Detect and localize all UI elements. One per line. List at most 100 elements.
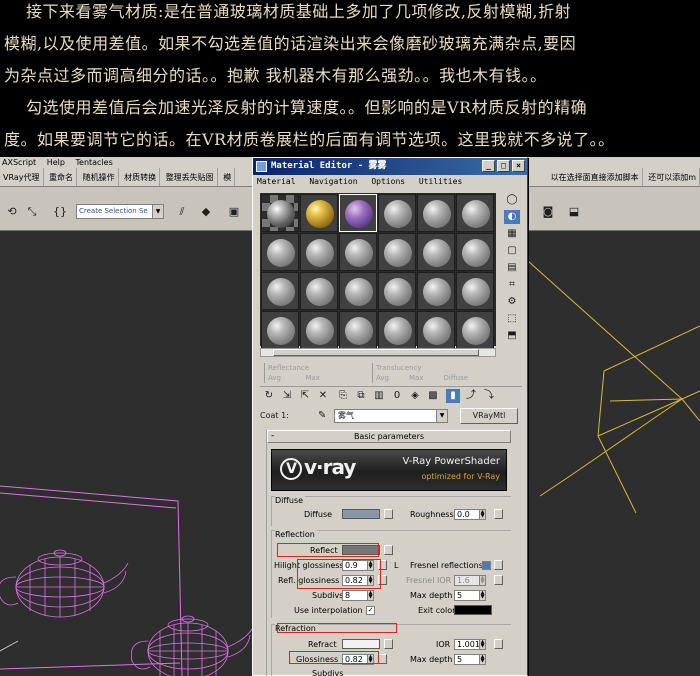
sample-slot[interactable] (261, 233, 299, 271)
spinner-arrows-icon[interactable]: ▲ ▼ (479, 575, 486, 586)
sample-type-icon[interactable]: ◯ (504, 193, 520, 207)
fresnel-reflections-checkbox[interactable] (482, 561, 491, 570)
exit-color-swatch[interactable] (454, 605, 492, 615)
diffuse-map-button[interactable] (384, 509, 393, 519)
sample-slot[interactable] (300, 272, 338, 310)
make-preview-icon[interactable]: ⌗ (504, 278, 520, 292)
sample-slot[interactable] (378, 272, 416, 310)
tb-model[interactable]: 模 (220, 168, 236, 186)
scrollbar-thumb[interactable] (273, 349, 479, 356)
put-to-library-icon[interactable]: ▥ (372, 389, 386, 403)
select-by-material-icon[interactable]: ⬚ (504, 312, 520, 326)
eyedropper-icon[interactable]: ✎ (318, 410, 326, 422)
material-type-button[interactable]: VRayMtl (460, 408, 518, 424)
background-icon[interactable]: ▦ (504, 227, 520, 241)
link-icon[interactable]: ⟲ (4, 205, 20, 219)
sample-slot[interactable] (339, 233, 377, 271)
fresnel-ior-spinner[interactable]: 1.6 ▲ ▼ (454, 575, 486, 586)
go-forward-icon[interactable]: ⤵ (482, 389, 496, 403)
material-name-field[interactable]: 雾气 ▼ (334, 409, 448, 423)
tb-random[interactable]: 随机操作 (80, 168, 119, 186)
sample-slot[interactable] (417, 272, 455, 310)
video-check-icon[interactable]: ▤ (504, 261, 520, 275)
ior-spinner[interactable]: 1.001 ▲ ▼ (454, 639, 486, 650)
spinner-arrows-icon[interactable]: ▲ ▼ (479, 590, 486, 601)
sample-slot[interactable] (456, 194, 494, 232)
unlink-icon[interactable]: ⤡ (24, 205, 40, 219)
material-editor-titlebar[interactable]: Material Editor - 雾雾 _ □ × (253, 158, 527, 175)
refract-map-button[interactable] (384, 639, 393, 649)
menu-material[interactable]: Material (257, 177, 296, 186)
roughness-spinner[interactable]: 0.0 ▲ ▼ (454, 509, 486, 520)
tb-add-script[interactable]: 以在选择面直接添加脚本 (548, 168, 643, 186)
tb-rename[interactable]: 重命名 (46, 168, 78, 186)
put-to-scene-icon[interactable]: ⇲ (280, 389, 294, 403)
minimize-icon[interactable]: _ (482, 160, 495, 172)
sample-slot[interactable] (261, 311, 299, 349)
sample-slot[interactable] (456, 272, 494, 310)
material-id-icon[interactable]: 0 (390, 389, 404, 403)
menu-axscript[interactable]: AXScript (2, 158, 36, 167)
go-to-parent-icon[interactable]: ⤴ (464, 389, 478, 403)
refl-max-depth-spinner[interactable]: 5 ▲ ▼ (454, 590, 486, 601)
bind-icon[interactable]: {} (52, 205, 68, 219)
diffuse-color-swatch[interactable] (342, 509, 380, 519)
render-icon[interactable]: ⬓ (566, 205, 582, 219)
ior-map-button[interactable] (494, 639, 503, 649)
backlight-icon[interactable]: ◐ (504, 210, 520, 224)
sample-slot[interactable] (417, 311, 455, 349)
mirror-icon[interactable]: ⫽ (174, 205, 190, 219)
close-icon[interactable]: × (512, 160, 525, 172)
menu-navigation[interactable]: Navigation (309, 177, 357, 186)
assign-material-icon[interactable]: ⇱ (298, 389, 312, 403)
sample-slot[interactable] (261, 272, 299, 310)
sample-slot[interactable] (300, 311, 338, 349)
sample-slot[interactable] (300, 194, 338, 232)
sample-slot[interactable] (300, 233, 338, 271)
refl-subdivs-spinner[interactable]: 8 ▲ ▼ (342, 590, 374, 601)
reset-icon[interactable]: ✕ (316, 389, 330, 403)
selection-set-dropdown[interactable]: Create Selection Se ▼ (76, 204, 164, 219)
fresnel-ior-map-button[interactable] (494, 575, 503, 585)
layer-icon[interactable]: ▣ (226, 205, 242, 219)
sample-slot[interactable] (339, 272, 377, 310)
sample-slot[interactable] (456, 233, 494, 271)
tb-material-convert[interactable]: 材质转换 (121, 168, 161, 186)
sample-slot[interactable] (456, 311, 494, 349)
align-icon[interactable]: ◆ (198, 205, 214, 219)
make-unique-icon[interactable]: ⧉ (354, 389, 368, 403)
refr-glossiness-map-button[interactable] (378, 654, 387, 664)
refr-max-depth-spinner[interactable]: 5 ▲ ▼ (454, 654, 486, 665)
menu-options[interactable]: Options (371, 177, 405, 186)
slots-scrollbar[interactable] (260, 348, 496, 357)
sample-slot[interactable] (339, 311, 377, 349)
spinner-arrows-icon[interactable]: ▲ ▼ (479, 654, 486, 665)
maximize-icon[interactable]: □ (497, 160, 510, 172)
reflect-map-button[interactable] (384, 545, 393, 555)
roughness-map-button[interactable] (494, 509, 503, 519)
uv-tiling-icon[interactable]: ▢ (504, 244, 520, 258)
sample-slot[interactable] (417, 194, 455, 232)
rollout-header[interactable]: - Basic parameters (267, 430, 511, 443)
render-setup-icon[interactable]: ◙ (540, 205, 556, 219)
copy-material-icon[interactable]: ⎘ (336, 389, 350, 403)
menu-help[interactable]: Help (47, 158, 65, 167)
get-material-icon[interactable]: ↻ (262, 389, 276, 403)
sample-slot[interactable] (378, 233, 416, 271)
menu-utilities[interactable]: Utilities (419, 177, 462, 186)
sample-slot[interactable] (378, 194, 416, 232)
show-end-result-icon[interactable]: ▩ (426, 389, 440, 403)
show-map-icon[interactable]: ◈ (408, 389, 422, 403)
sample-slot-active[interactable] (339, 194, 377, 232)
use-interpolation-checkbox[interactable]: ✓ (366, 606, 375, 615)
sample-slot[interactable] (417, 233, 455, 271)
refract-color-swatch[interactable] (342, 639, 380, 649)
tb-add-more[interactable]: 还可以添加m (645, 168, 700, 186)
spinner-arrows-icon[interactable]: ▲ ▼ (367, 590, 374, 601)
fresnel-map-button[interactable] (494, 560, 503, 570)
spinner-arrows-icon[interactable]: ▲ ▼ (479, 509, 486, 520)
tb-vray-proxy[interactable]: VRay代理 (0, 168, 44, 186)
sample-slot[interactable] (261, 194, 299, 232)
options-icon[interactable]: ⚙ (504, 295, 520, 309)
show-in-viewport-icon[interactable]: ▮ (446, 389, 460, 403)
